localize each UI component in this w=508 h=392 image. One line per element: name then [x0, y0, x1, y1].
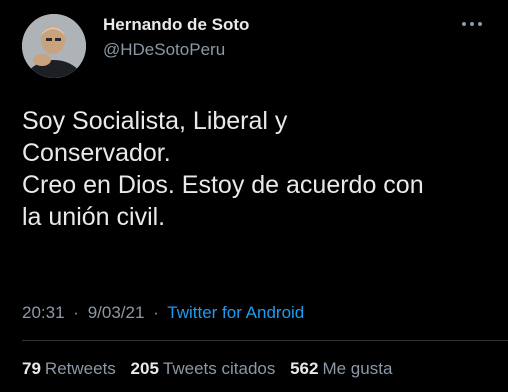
- tweet-text-line: Soy Socialista, Liberal y: [22, 107, 288, 135]
- meta-separator: ·: [153, 303, 159, 322]
- retweets-stat[interactable]: 79 Retweets: [22, 359, 121, 378]
- tweet-time[interactable]: 20:31: [22, 303, 65, 322]
- avatar-image: [22, 14, 86, 78]
- divider: [22, 340, 508, 341]
- avatar[interactable]: [22, 14, 86, 78]
- quote-tweets-label: Tweets citados: [162, 359, 276, 378]
- display-name[interactable]: Hernando de Soto: [103, 15, 249, 35]
- likes-stat[interactable]: 562 Me gusta: [290, 359, 392, 378]
- quote-tweets-count: 205: [130, 359, 159, 378]
- tweet-date[interactable]: 9/03/21: [88, 303, 145, 322]
- tweet-text: Soy Socialista, Liberal y Conservador. C…: [22, 105, 492, 233]
- tweet-text-line: Creo en Dios. Estoy de acuerdo con: [22, 171, 424, 199]
- tweet-source-link[interactable]: Twitter for Android: [167, 303, 304, 322]
- likes-label: Me gusta: [322, 359, 393, 378]
- tweet-text-line: Conservador.: [22, 139, 171, 167]
- tweet-metadata: 20:31 · 9/03/21 · Twitter for Android: [22, 303, 304, 323]
- retweets-count: 79: [22, 359, 41, 378]
- more-options-icon[interactable]: [458, 16, 486, 32]
- meta-separator: ·: [73, 303, 79, 322]
- tweet-card: Hernando de Soto @HDeSotoPeru Soy Social…: [0, 0, 508, 392]
- engagement-stats: 79 Retweets 205 Tweets citados 562 Me gusta: [22, 359, 402, 379]
- quote-tweets-stat[interactable]: 205 Tweets citados: [131, 359, 281, 378]
- likes-count: 562: [290, 359, 319, 378]
- retweets-label: Retweets: [44, 359, 116, 378]
- tweet-text-line: la unión civil.: [22, 203, 166, 231]
- user-handle[interactable]: @HDeSotoPeru: [103, 40, 225, 60]
